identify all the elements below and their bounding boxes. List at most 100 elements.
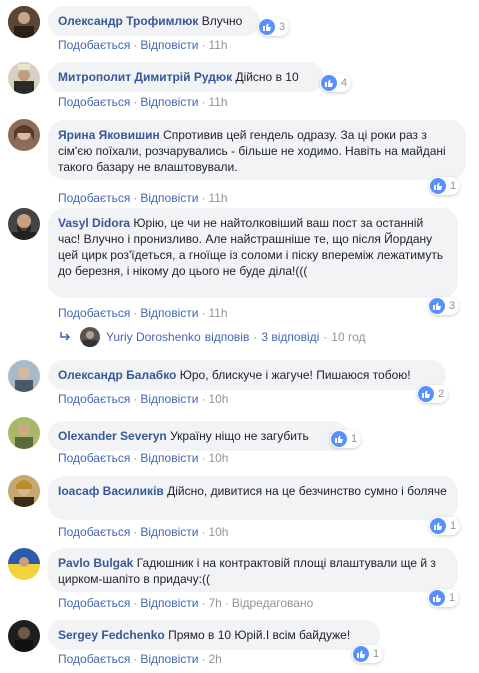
reply-button[interactable]: Відповісти xyxy=(140,191,198,205)
reply-count[interactable]: 3 відповіді xyxy=(261,330,319,344)
reply-button[interactable]: Відповісти xyxy=(140,306,198,320)
avatar-image xyxy=(8,62,40,94)
reaction-number: 1 xyxy=(450,520,457,532)
comment-actions: Подобається · Відповісти · 11h xyxy=(58,95,228,109)
reaction-number: 2 xyxy=(438,388,445,400)
comment-time[interactable]: 7h xyxy=(208,596,221,610)
avatar-image xyxy=(8,119,40,151)
like-button[interactable]: Подобається xyxy=(58,191,130,205)
reaction-count[interactable]: 1 xyxy=(428,589,460,607)
reply-author[interactable]: Yuriy Doroshenko xyxy=(106,330,201,344)
comment-actions: Подобається · Відповісти · 11h xyxy=(58,38,228,52)
comment-time[interactable]: 2h xyxy=(208,652,221,666)
comment-actions: Подобається · Відповісти · 10h xyxy=(58,525,228,539)
comment-time[interactable]: 11h xyxy=(208,95,227,109)
reply-time: 10 год xyxy=(331,330,366,344)
comment-time[interactable]: 11h xyxy=(208,306,227,320)
like-icon xyxy=(429,298,445,314)
like-icon xyxy=(430,518,446,534)
comment-actions: Подобається · Відповісти · 10h xyxy=(58,451,228,465)
reaction-count[interactable]: 1 xyxy=(429,177,461,195)
reaction-number: 1 xyxy=(373,648,380,660)
separator: · xyxy=(133,596,138,610)
like-button[interactable]: Подобається xyxy=(58,306,130,320)
reaction-count[interactable]: 3 xyxy=(258,18,290,36)
reaction-count[interactable]: 2 xyxy=(417,385,449,403)
comment-time[interactable]: 10h xyxy=(208,392,228,406)
comment-bubble: Vasyl Didora Юрію, це чи не найтолковіши… xyxy=(48,208,458,298)
separator: · xyxy=(201,95,206,109)
comment-time[interactable]: 10h xyxy=(208,525,228,539)
reply-arrow-icon xyxy=(60,330,72,344)
like-button[interactable]: Подобається xyxy=(58,596,130,610)
separator: · xyxy=(201,38,206,52)
like-icon xyxy=(418,386,434,402)
like-button[interactable]: Подобається xyxy=(58,392,130,406)
reaction-count[interactable]: 1 xyxy=(352,645,384,663)
reaction-count[interactable]: 3 xyxy=(428,297,460,315)
separator: · xyxy=(133,191,138,205)
separator: · xyxy=(201,451,206,465)
comment-bubble: Ярина Яковишин Спротивив цей гендель одр… xyxy=(48,120,466,180)
comment-text: Дійсно, дивитися на це безчинство сумно … xyxy=(167,484,447,498)
reply-button[interactable]: Відповісти xyxy=(140,525,198,539)
comment-author[interactable]: Олександр Балабко xyxy=(58,368,176,382)
like-button[interactable]: Подобається xyxy=(58,525,130,539)
separator: · xyxy=(201,525,206,539)
avatar[interactable] xyxy=(8,548,40,580)
avatar-image xyxy=(8,548,40,580)
comment-actions: Подобається · Відповісти · 7h · Відредаговано xyxy=(58,596,313,610)
reaction-number: 3 xyxy=(279,21,286,33)
separator: · xyxy=(133,652,138,666)
avatar[interactable] xyxy=(8,360,40,392)
comment-bubble: Олександр Трофимлюк Влучно xyxy=(48,6,260,36)
avatar-image xyxy=(8,475,40,507)
like-button[interactable]: Подобається xyxy=(58,451,130,465)
comment-author[interactable]: Олександр Трофимлюк xyxy=(58,14,198,28)
avatar-image xyxy=(8,417,40,449)
reply-button[interactable]: Відповісти xyxy=(140,451,198,465)
like-button[interactable]: Подобається xyxy=(58,38,130,52)
avatar xyxy=(80,327,100,347)
comment-bubble: Олександр Балабко Юро, блискуче і жагуче… xyxy=(48,360,446,390)
avatar[interactable] xyxy=(8,475,40,507)
comment-author[interactable]: Sergey Fedchenko xyxy=(58,628,165,642)
comment-actions: Подобається · Відповісти · 2h xyxy=(58,652,222,666)
comment-actions: Подобається · Відповісти · 11h xyxy=(58,191,228,205)
separator: · xyxy=(201,392,206,406)
avatar[interactable] xyxy=(8,417,40,449)
comment-time[interactable]: 11h xyxy=(208,191,227,205)
comment-author[interactable]: Ярина Яковишин xyxy=(58,128,160,142)
reply-button[interactable]: Відповісти xyxy=(140,596,198,610)
view-replies-link[interactable]: Yuriy Doroshenko відповів · 3 відповіді … xyxy=(60,327,366,347)
comment-text: Юро, блискуче і жагуче! Пишаюся тобою! xyxy=(179,368,411,382)
comment-time[interactable]: 10h xyxy=(208,451,228,465)
comment-author[interactable]: Митрополит Димитрій Рудюк xyxy=(58,70,232,84)
avatar[interactable] xyxy=(8,208,40,240)
avatar[interactable] xyxy=(8,6,40,38)
comment-author[interactable]: Pavlo Bulgak xyxy=(58,556,133,570)
avatar[interactable] xyxy=(8,119,40,151)
comment-author[interactable]: Іоасаф Василиків xyxy=(58,484,164,498)
like-button[interactable]: Подобається xyxy=(58,652,130,666)
reply-button[interactable]: Відповісти xyxy=(140,95,198,109)
reply-button[interactable]: Відповісти xyxy=(140,38,198,52)
separator: · xyxy=(224,596,229,610)
comment-text: Влучно xyxy=(201,14,243,28)
avatar-image xyxy=(8,208,40,240)
comment-author[interactable]: Vasyl Didora xyxy=(58,216,130,230)
edited-label[interactable]: Відредаговано xyxy=(232,596,313,610)
comment-bubble: Митрополит Димитрій Рудюк Дійсно в 10 xyxy=(48,62,324,92)
avatar[interactable] xyxy=(8,620,40,652)
comment-time[interactable]: 11h xyxy=(208,38,227,52)
reaction-count[interactable]: 1 xyxy=(429,517,461,535)
like-button[interactable]: Подобається xyxy=(58,95,130,109)
like-icon xyxy=(429,590,445,606)
reply-button[interactable]: Відповісти xyxy=(140,392,198,406)
reaction-count[interactable]: 4 xyxy=(320,74,352,92)
comment-author[interactable]: Olexander Severyn xyxy=(58,429,167,443)
avatar[interactable] xyxy=(8,62,40,94)
like-icon xyxy=(331,431,347,447)
reply-button[interactable]: Відповісти xyxy=(140,652,198,666)
reaction-count[interactable]: 1 xyxy=(330,430,362,448)
